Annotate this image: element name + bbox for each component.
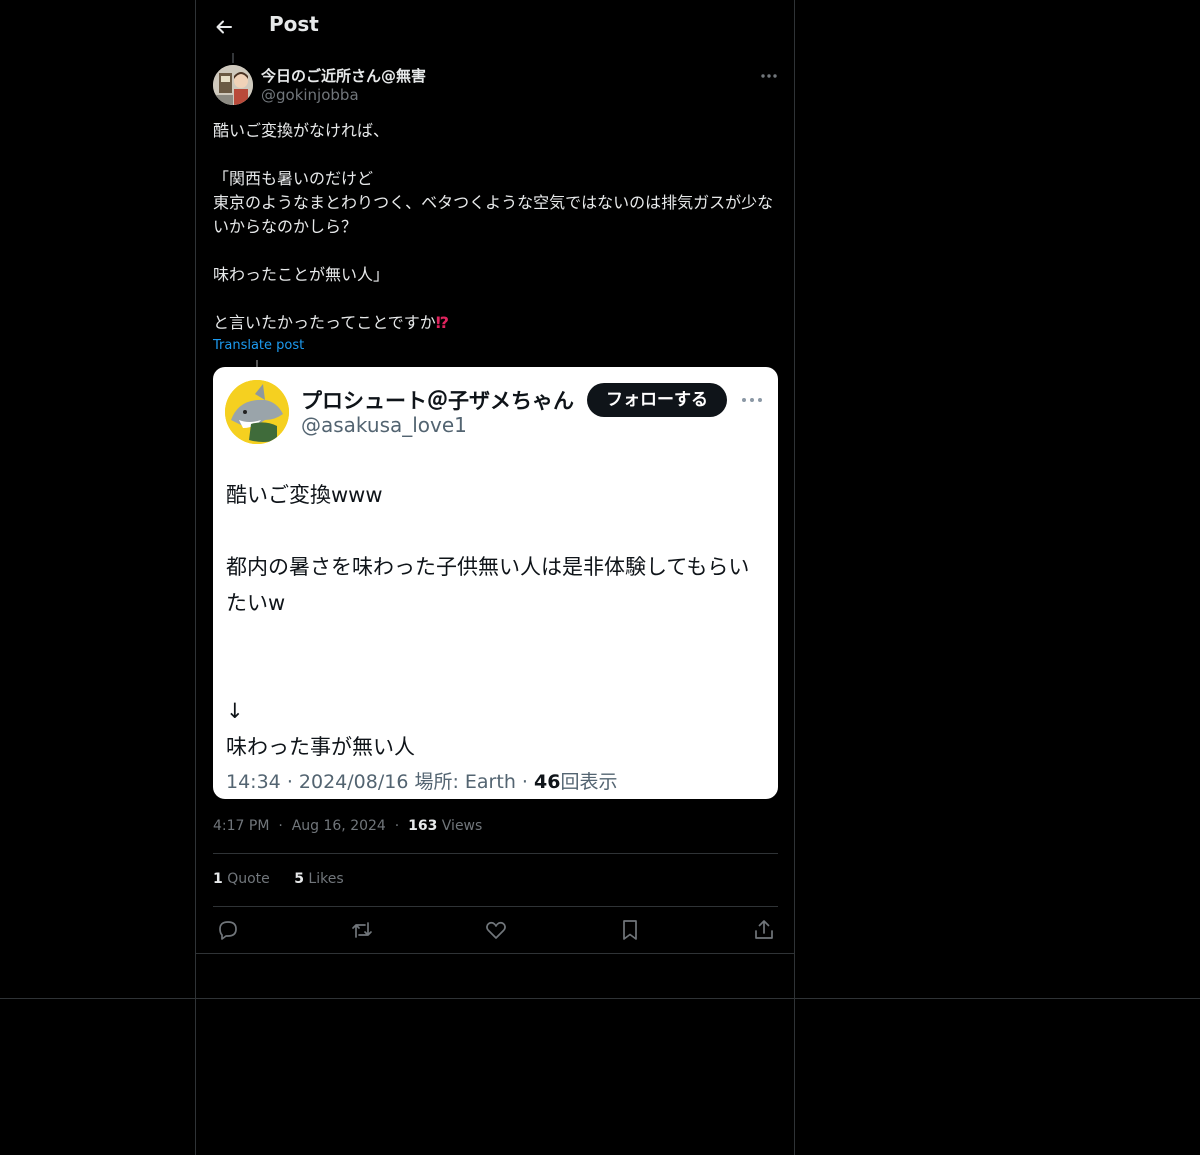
views-label: Views: [441, 818, 483, 834]
embed-views-label: 回表示: [560, 771, 618, 793]
quotes-label: Quote: [227, 871, 270, 887]
header: Post: [196, 0, 794, 53]
author-avatar[interactable]: [213, 65, 253, 105]
interrobang-emoji: ⁉: [435, 313, 449, 332]
divider: [213, 853, 778, 854]
likes-link[interactable]: 5 Likes: [294, 871, 343, 887]
post-text: 酷いご変換がなければ、 「関西も暑いのだけど 東京のようなまとわりつく、ベタつく…: [213, 119, 783, 335]
engagement-stats: 1 Quote 5 Likes: [213, 871, 364, 887]
embed-place: 場所: Earth: [414, 771, 516, 793]
quotes-link[interactable]: 1 Quote: [213, 871, 270, 887]
likes-count: 5: [294, 871, 304, 887]
author-display-name[interactable]: 今日のご近所さん@無害: [261, 65, 426, 86]
embedded-screenshot[interactable]: プロシュート＠子ザメちゃん @asakusa_love1 フォローする 酷いご変…: [213, 367, 778, 799]
more-icon[interactable]: [759, 66, 779, 86]
meta-dot: ·: [394, 818, 400, 834]
author-handle[interactable]: @gokinjobba: [261, 86, 359, 104]
embed-handle: @asakusa_love1: [301, 413, 467, 437]
thread-connector: [232, 53, 234, 63]
embed-dot: ·: [286, 771, 293, 793]
meta-dot: ·: [278, 818, 283, 834]
embed-more-icon: [740, 390, 764, 410]
embed-avatar: [225, 380, 289, 444]
embed-views-count: 46: [534, 771, 561, 793]
back-arrow-icon[interactable]: [214, 17, 234, 37]
embed-post-text: 酷いご変換www 都内の暑さを味わった子供無い人は是非体験してもらいたいw ↓ …: [226, 483, 750, 759]
main-column: Post 今日のご近所さん@無害 @gokinjobba 酷いご変換がなければ、…: [195, 0, 795, 1155]
divider: [213, 906, 778, 907]
embed-time: 14:34: [226, 771, 281, 793]
embed-meta: 14:34 · 2024/08/16 場所: Earth · 46回表示: [226, 767, 617, 794]
post-meta: 4:17 PM · Aug 16, 2024 · 163 Views: [213, 818, 482, 834]
follow-button: フォローする: [587, 383, 727, 417]
post-time[interactable]: 4:17 PM: [213, 818, 269, 834]
post-text-content: 酷いご変換がなければ、 「関西も暑いのだけど 東京のようなまとわりつく、ベタつく…: [213, 121, 774, 332]
page-title: Post: [269, 12, 319, 36]
divider: [196, 953, 794, 954]
bookmark-icon[interactable]: [618, 918, 642, 942]
embed-dot: ·: [521, 771, 528, 793]
translate-post-link[interactable]: Translate post: [213, 338, 304, 353]
share-icon[interactable]: [752, 918, 776, 942]
views-count: 163: [408, 818, 438, 834]
reply-icon[interactable]: [216, 918, 240, 942]
embed-display-name: プロシュート＠子ザメちゃん: [301, 389, 574, 413]
embed-date: 2024/08/16: [298, 771, 409, 793]
post-date[interactable]: Aug 16, 2024: [292, 818, 386, 834]
quotes-count: 1: [213, 871, 223, 887]
repost-icon[interactable]: [350, 918, 374, 942]
like-icon[interactable]: [484, 918, 508, 942]
likes-label: Likes: [308, 871, 344, 887]
